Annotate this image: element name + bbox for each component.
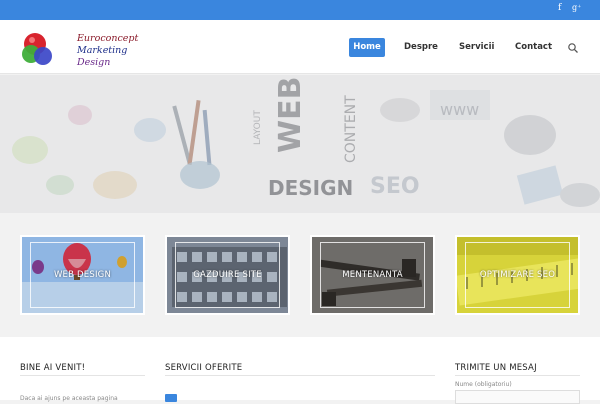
service-label: GAZDUIRE SITE <box>175 242 280 308</box>
welcome-text: Daca ai ajuns pe aceasta pagina <box>20 395 118 402</box>
name-field[interactable] <box>455 390 580 404</box>
service-label: OPTIMIZARE SEO <box>465 242 570 308</box>
divider <box>455 375 580 376</box>
site-header: Euroconcept Marketing Design Home Despre… <box>0 20 600 74</box>
service-optimizare-seo[interactable]: OPTIMIZARE SEO <box>455 235 580 315</box>
top-bar: f g⁺ <box>0 0 600 20</box>
search-icon[interactable] <box>567 42 579 54</box>
hero-illustration: WEB DESIGN CONTENT LAYOUT SEO www <box>0 75 600 213</box>
widgets-area: BINE AI VENIT! Daca ai ajuns pe aceasta … <box>0 337 600 404</box>
service-item-icon <box>165 394 177 402</box>
hero-banner: WEB DESIGN CONTENT LAYOUT SEO www <box>0 75 600 213</box>
service-web-design[interactable]: WEB DESIGN <box>20 235 145 315</box>
name-field-label: Nume (obligatoriu) <box>455 381 512 388</box>
main-nav: Home Despre Servicii Contact <box>0 38 600 58</box>
welcome-title: BINE AI VENIT! <box>20 363 86 373</box>
divider <box>20 375 145 376</box>
service-label: MENTENANTA <box>320 242 425 308</box>
services-row: WEB DESIGN GAZDUIRE SITE MENTENANTA OPTI… <box>0 213 600 337</box>
nav-contact[interactable]: Contact <box>515 38 552 57</box>
logo-line-3: Design <box>77 57 111 68</box>
service-label: WEB DESIGN <box>30 242 135 308</box>
nav-despre[interactable]: Despre <box>404 38 438 57</box>
services-offered-title: SERVICII OFERITE <box>165 363 243 373</box>
facebook-icon[interactable]: f <box>558 3 561 13</box>
service-mentenanta[interactable]: MENTENANTA <box>310 235 435 315</box>
google-plus-icon[interactable]: g⁺ <box>572 3 581 12</box>
service-gazduire-site[interactable]: GAZDUIRE SITE <box>165 235 290 315</box>
nav-servicii[interactable]: Servicii <box>459 38 494 57</box>
divider <box>165 375 435 376</box>
send-message-title: TRIMITE UN MESAJ <box>455 363 537 373</box>
nav-home[interactable]: Home <box>349 38 385 57</box>
